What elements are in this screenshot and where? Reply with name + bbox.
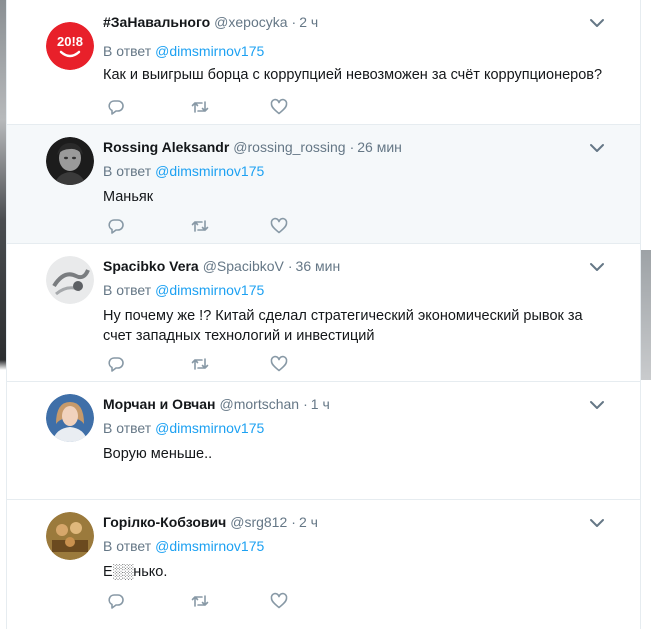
tweet[interactable]: 20!8 #ЗаНавального @xepocyka · 2 ч В ответ @… (7, 0, 640, 125)
like-icon[interactable] (270, 98, 288, 116)
chevron-down-icon[interactable] (589, 260, 605, 272)
user-handle[interactable]: @rossing_rossing (233, 139, 345, 155)
chevron-down-icon[interactable] (589, 516, 605, 528)
chevron-down-icon[interactable] (589, 141, 605, 153)
retweet-icon[interactable] (191, 592, 209, 610)
avatar[interactable] (46, 512, 94, 560)
tweet-actions (103, 355, 303, 373)
tweet-actions (103, 217, 303, 235)
reply-context: В ответ @dimsmirnov175 (103, 282, 264, 298)
chevron-down-icon[interactable] (589, 398, 605, 410)
like-icon[interactable] (270, 355, 288, 373)
avatar[interactable]: 20!8 (46, 22, 94, 70)
separator-dot: · (291, 514, 296, 530)
reply-prefix: В ответ (103, 163, 152, 179)
replies-panel: 20!8 #ЗаНавального @xepocyka · 2 ч В ответ @… (6, 0, 641, 629)
tweet[interactable]: Морчан и Овчан @mortschan · 1 ч В ответ @dim… (7, 382, 640, 500)
reply-prefix: В ответ (103, 538, 152, 554)
user-fullname[interactable]: Rossing Aleksandr (103, 139, 229, 155)
tweet-header: Морчан и Овчан @mortschan · 1 ч (103, 396, 330, 412)
reply-mention-link[interactable]: @dimsmirnov175 (155, 163, 264, 179)
chevron-down-icon[interactable] (589, 16, 605, 28)
user-fullname[interactable]: Морчан и Овчан (103, 396, 216, 412)
separator-dot: · (291, 14, 297, 30)
reply-context: В ответ @dimsmirnov175 (103, 163, 264, 179)
separator-dot: · (287, 258, 293, 274)
tweet-header: Spacibko Vera @SpacibkoV · 36 мин (103, 258, 340, 274)
reply-icon[interactable] (107, 217, 125, 235)
reply-icon[interactable] (107, 355, 125, 373)
reply-mention-link[interactable]: @dimsmirnov175 (155, 43, 264, 59)
avatar[interactable] (46, 137, 94, 185)
retweet-icon[interactable] (191, 98, 209, 116)
tweet[interactable]: Горілко-Кобзович @srg812 · 2 ч В ответ @dims… (7, 500, 640, 629)
tweet-timestamp[interactable]: 2 ч (299, 514, 318, 530)
avatar[interactable] (46, 394, 94, 442)
tweet-text: Маньяк (103, 189, 154, 205)
tweet[interactable]: Rossing Aleksandr @rossing_rossing · 26 мин… (7, 125, 640, 244)
tweet-header: Rossing Aleksandr @rossing_rossing · 26 мин (103, 139, 402, 155)
tweet-text: Ворую меньше.. (103, 446, 213, 462)
tweet-timestamp[interactable]: 26 мин (357, 139, 402, 155)
separator-dot: · (303, 396, 308, 412)
user-handle[interactable]: @SpacibkoV (203, 258, 284, 274)
reply-prefix: В ответ (103, 43, 152, 59)
background-right-edge (641, 0, 651, 629)
tweet-header: #ЗаНавального @xepocyka · 2 ч (103, 14, 318, 30)
reply-mention-link[interactable]: @dimsmirnov175 (155, 282, 264, 298)
reply-prefix: В ответ (103, 282, 152, 298)
user-handle[interactable]: @srg812 (230, 514, 287, 530)
tweet-header: Горілко-Кобзович @srg812 · 2 ч (103, 514, 318, 530)
tweet-text: Е░░нько. (103, 564, 168, 580)
user-handle[interactable]: @mortschan (220, 396, 300, 412)
tweet-actions (103, 98, 303, 116)
like-icon[interactable] (270, 217, 288, 235)
tweet-text: Ну почему же !? Китай сделал стратегичес… (103, 308, 583, 344)
reply-context: В ответ @dimsmirnov175 (103, 420, 264, 436)
user-handle[interactable]: @xepocyka (214, 14, 287, 30)
tweet-timestamp[interactable]: 2 ч (299, 14, 318, 30)
reply-icon[interactable] (107, 592, 125, 610)
tweet-timestamp[interactable]: 36 мин (296, 258, 341, 274)
user-fullname[interactable]: Горілко-Кобзович (103, 514, 226, 530)
reply-mention-link[interactable]: @dimsmirnov175 (155, 420, 264, 436)
retweet-icon[interactable] (191, 355, 209, 373)
tweet-actions (103, 592, 303, 610)
reply-context: В ответ @dimsmirnov175 (103, 43, 264, 59)
tweet-text: Как и выигрыш борца с коррупцией невозмо… (103, 67, 603, 83)
like-icon[interactable] (270, 592, 288, 610)
separator-dot: · (349, 139, 355, 155)
user-fullname[interactable]: #ЗаНавального (103, 14, 210, 30)
tweet-timestamp[interactable]: 1 ч (311, 396, 330, 412)
avatar[interactable] (46, 256, 94, 304)
avatar-logo-text: 20!8 (57, 34, 83, 49)
tweet[interactable]: Spacibko Vera @SpacibkoV · 36 мин В ответ @d… (7, 244, 640, 382)
reply-icon[interactable] (107, 98, 125, 116)
reply-prefix: В ответ (103, 420, 152, 436)
retweet-icon[interactable] (191, 217, 209, 235)
user-fullname[interactable]: Spacibko Vera (103, 258, 199, 274)
reply-mention-link[interactable]: @dimsmirnov175 (155, 538, 264, 554)
reply-context: В ответ @dimsmirnov175 (103, 538, 264, 554)
